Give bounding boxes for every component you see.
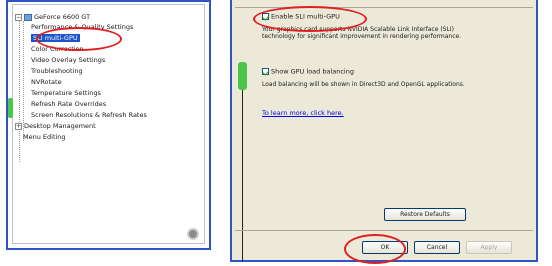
highlight-ring-ok-button [344,234,406,264]
restore-defaults-button[interactable]: Restore Defaults [384,208,466,221]
sli-settings-dialog: Enable SLI multi-GPU Your graphics card … [230,0,538,262]
highlight-ring-enable-sli [253,6,367,32]
expand-icon[interactable]: + [15,122,22,130]
nvidia-logo-icon [187,228,199,240]
load-balancing-description: Load balancing will be shown in Direct3D… [262,81,465,88]
tree-item-video-overlay[interactable]: Video Overlay Settings [31,56,105,65]
highlight-ring-sli-tree [36,27,122,51]
display-adapter-icon [24,13,32,21]
description-line: technology for significant improvement i… [262,33,462,40]
tree-item-desktop-management[interactable]: + Desktop Management [15,122,96,131]
tree-item-label: Menu Editing [23,133,66,141]
show-load-balancing-label: Show GPU load balancing [271,67,354,76]
tree-item-label: Temperature Settings [31,89,101,97]
tree-item-label: NVRotate [31,78,62,86]
collapse-icon[interactable]: − [15,13,22,21]
tree-item-screen-resolutions[interactable]: Screen Resolutions & Refresh Rates [31,111,147,120]
cancel-button[interactable]: Cancel [414,241,460,254]
tree-item-temperature[interactable]: Temperature Settings [31,89,101,98]
tree-item-menu-editing[interactable]: Menu Editing [23,133,66,142]
marker-handle [238,62,247,90]
marker-line [242,90,243,262]
tree-item-label: Refresh Rate Overrides [31,100,107,108]
scroll-handle[interactable] [8,98,13,118]
tree-item-label: GeForce 6600 GT [34,13,91,21]
tree-item-label: Troubleshooting [31,67,83,75]
checkbox-checked-icon[interactable] [262,68,269,75]
tree-guide-line-root [19,17,20,162]
tree-item-label: Desktop Management [24,122,96,130]
learn-more-link[interactable]: To learn more, click here. [262,110,344,117]
tree-item-label: Video Overlay Settings [31,56,106,64]
tree-item-refresh-overrides[interactable]: Refresh Rate Overrides [31,100,106,109]
tree-item-nvrotate[interactable]: NVRotate [31,78,62,87]
tree-item-label: Screen Resolutions & Refresh Rates [31,111,147,119]
show-load-balancing-checkbox[interactable]: Show GPU load balancing [262,68,354,76]
tree-item-gpu-root[interactable]: − GeForce 6600 GT [15,13,90,22]
tree-item-troubleshooting[interactable]: Troubleshooting [31,67,83,76]
group-box-border [235,0,533,8]
apply-button[interactable]: Apply [466,241,512,254]
footer-divider [235,230,533,231]
